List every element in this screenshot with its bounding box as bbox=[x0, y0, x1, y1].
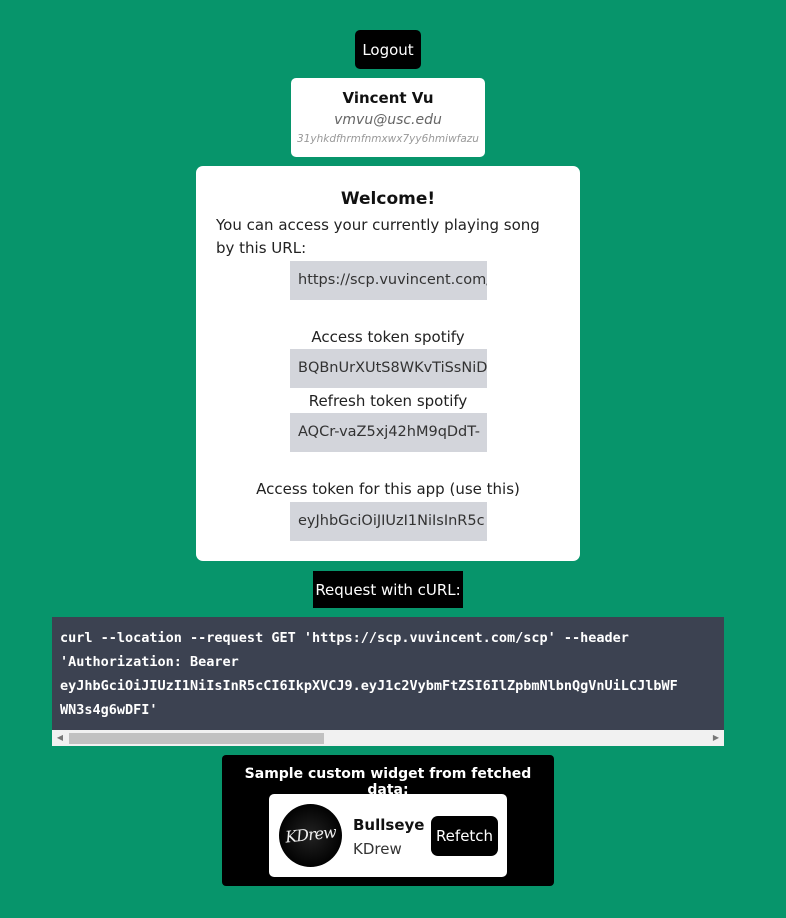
spotify-access-token-field[interactable]: BQBnUrXUtS8WKvTiSsNiD bbox=[290, 349, 487, 388]
url-field[interactable]: https://scp.vuvincent.com/scp bbox=[290, 261, 487, 300]
welcome-title: Welcome! bbox=[340, 189, 436, 209]
welcome-card: Welcome! You can access your currently p… bbox=[196, 166, 580, 561]
spotify-access-token-label: Access token spotify bbox=[311, 328, 465, 346]
user-name: Vincent Vu bbox=[342, 89, 434, 107]
scroll-right-arrow-icon[interactable]: ▶ bbox=[708, 730, 724, 746]
horizontal-scrollbar[interactable]: ◀ ▶ bbox=[52, 730, 724, 746]
app-access-token-field[interactable]: eyJhbGciOiJIUzI1NiIsInR5c bbox=[290, 502, 487, 541]
album-art-image: KDrew bbox=[279, 804, 342, 867]
user-id: 31yhkdfhrmfnmxwx7yy6hmiwfazu bbox=[297, 133, 479, 145]
song-artist: KDrew bbox=[353, 840, 402, 858]
app-access-token-label: Access token for this app (use this) bbox=[256, 480, 520, 498]
welcome-description: You can access your currently playing so… bbox=[216, 216, 540, 257]
spotify-refresh-token-label: Refresh token spotify bbox=[308, 392, 468, 410]
scroll-left-arrow-icon[interactable]: ◀ bbox=[52, 730, 68, 746]
song-title: Bullseye bbox=[353, 816, 425, 834]
refetch-button[interactable]: Refetch bbox=[431, 816, 498, 856]
album-logo-text: KDrew bbox=[284, 822, 337, 847]
curl-code-text: curl --location --request GET 'https://s… bbox=[60, 630, 678, 718]
scroll-thumb[interactable] bbox=[69, 733, 324, 744]
request-curl-button[interactable]: Request with cURL: bbox=[313, 571, 463, 608]
curl-code-block[interactable]: curl --location --request GET 'https://s… bbox=[52, 617, 724, 746]
spotify-refresh-token-field[interactable]: AQCr-vaZ5xj42hM9qDdT- bbox=[290, 413, 487, 452]
song-card: KDrew Bullseye KDrew Refetch bbox=[269, 794, 507, 877]
user-email: vmvu@usc.edu bbox=[334, 112, 442, 128]
user-card: Vincent Vu vmvu@usc.edu 31yhkdfhrmfnmxwx… bbox=[291, 78, 485, 157]
sample-widget: Sample custom widget from fetched data: … bbox=[222, 755, 554, 886]
logout-button[interactable]: Logout bbox=[355, 30, 421, 69]
